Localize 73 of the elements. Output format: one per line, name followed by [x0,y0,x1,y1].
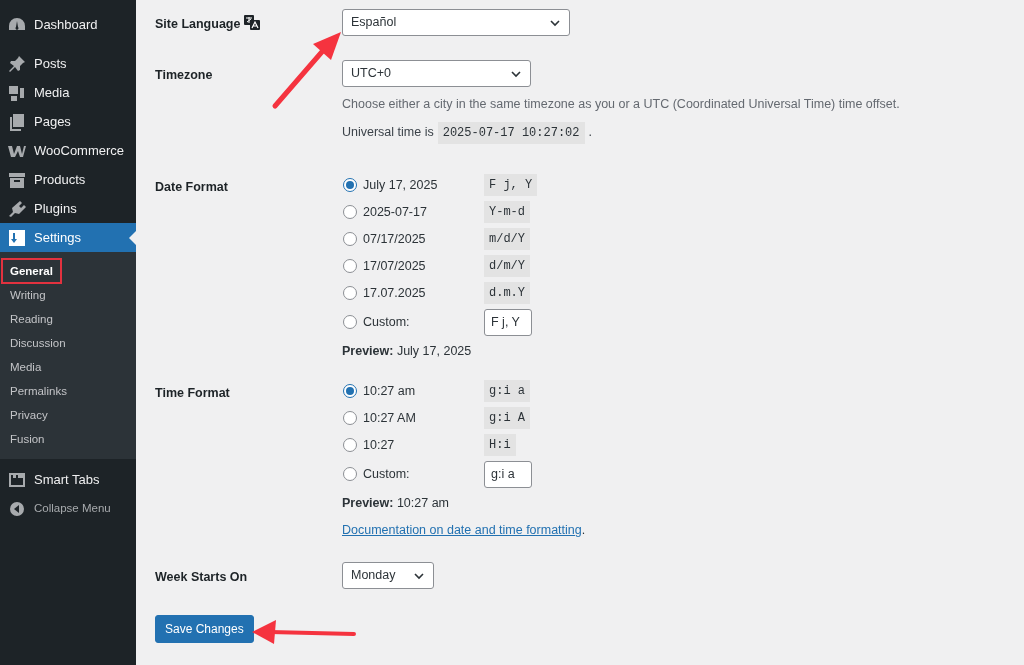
option-label: 10:27 [362,436,396,454]
preview-text: Preview: July 17, 2025 [342,342,473,360]
plug-icon [8,199,26,218]
doc-link[interactable]: Documentation on date and time formatting [342,523,582,538]
pages-icon [8,112,26,131]
radio-button[interactable] [343,259,357,274]
menu-item[interactable]: Posts [0,49,136,78]
option-label: 10:27 AM [362,409,417,427]
format-code: g:i a [484,380,530,402]
submenu-item[interactable]: Privacy [2,403,56,427]
field-label: Date Format [155,179,228,194]
menu-item[interactable]: Smart Tabs [0,465,136,494]
option-label: July 17, 2025 [362,176,439,194]
option-label: 07/17/2025 [362,230,427,248]
radio-button[interactable] [343,315,357,330]
menu-item[interactable]: Media [0,78,136,107]
submenu-item[interactable]: Permalinks [2,379,75,403]
menu-item[interactable]: Products [0,165,136,194]
pushpin-icon [8,54,26,73]
option-label: Custom: [362,313,411,331]
period-text: . [581,523,586,538]
option-label: 2025-07-17 [362,203,428,221]
radio-button[interactable] [343,467,357,481]
format-code: g:i A [484,407,530,429]
radio-button[interactable] [343,286,357,301]
field-description: Choose either a city in the same timezone as you or a UTC (Coordinated Universal Time) time offset. [342,96,900,113]
option-label: 10:27 am [362,382,417,400]
field-label: Time Format [155,385,230,400]
custom-format-field[interactable]: F j, Y [484,308,532,336]
radio-button[interactable] [343,438,357,452]
universal-time-label: Universal time is [342,124,434,142]
format-code: F j, Y [484,174,538,197]
custom-format-field[interactable]: g:i a [484,460,532,488]
submenu-item[interactable]: General [2,259,61,283]
preview-text: Preview: 10:27 am [342,494,450,512]
format-code: d.m.Y [484,282,530,305]
tabs-window-icon [8,470,26,489]
radio-button[interactable] [343,384,357,398]
format-code: d/m/Y [484,255,530,278]
format-code: H:i [484,434,516,456]
dropdown[interactable]: Monday [342,562,434,589]
collapse-icon [8,499,26,518]
field-label: Week Starts On [155,570,248,584]
option-label: 17.07.2025 [362,284,427,302]
collapse-menu-button[interactable]: Collapse Menu [0,494,136,523]
field-label: Site Language [155,17,241,31]
submenu-item[interactable]: Writing [2,283,54,307]
radio-button[interactable] [343,232,357,247]
field-label: Timezone [155,68,213,82]
menu-item[interactable]: Settings [0,223,136,252]
radio-button[interactable] [343,205,357,220]
format-code: m/d/Y [484,228,530,251]
submenu-item[interactable]: Media [2,355,50,379]
option-label: 17/07/2025 [362,257,427,275]
submenu-item[interactable]: Fusion [2,427,53,451]
time-code: 2025-07-17 10:27:02 [437,121,585,144]
radio-button[interactable] [343,178,357,193]
menu-item[interactable]: Dashboard [0,10,136,39]
archive-box-icon [8,170,26,189]
submenu-item[interactable]: Reading [2,307,61,331]
menu-item[interactable]: WooCommerce [0,136,136,165]
translate-icon [243,15,260,30]
dropdown[interactable]: Español [342,9,570,36]
dropdown[interactable]: UTC+0 [342,60,531,87]
submenu-item[interactable]: Discussion [2,331,74,355]
menu-item[interactable]: Plugins [0,194,136,223]
option-label: Custom: [362,465,411,483]
save-changes-button[interactable]: Save Changes [155,615,254,643]
format-code: Y-m-d [484,201,530,224]
menu-item[interactable]: Pages [0,107,136,136]
media-icon [8,83,26,102]
period-text: . [588,124,592,142]
radio-button[interactable] [343,411,357,425]
